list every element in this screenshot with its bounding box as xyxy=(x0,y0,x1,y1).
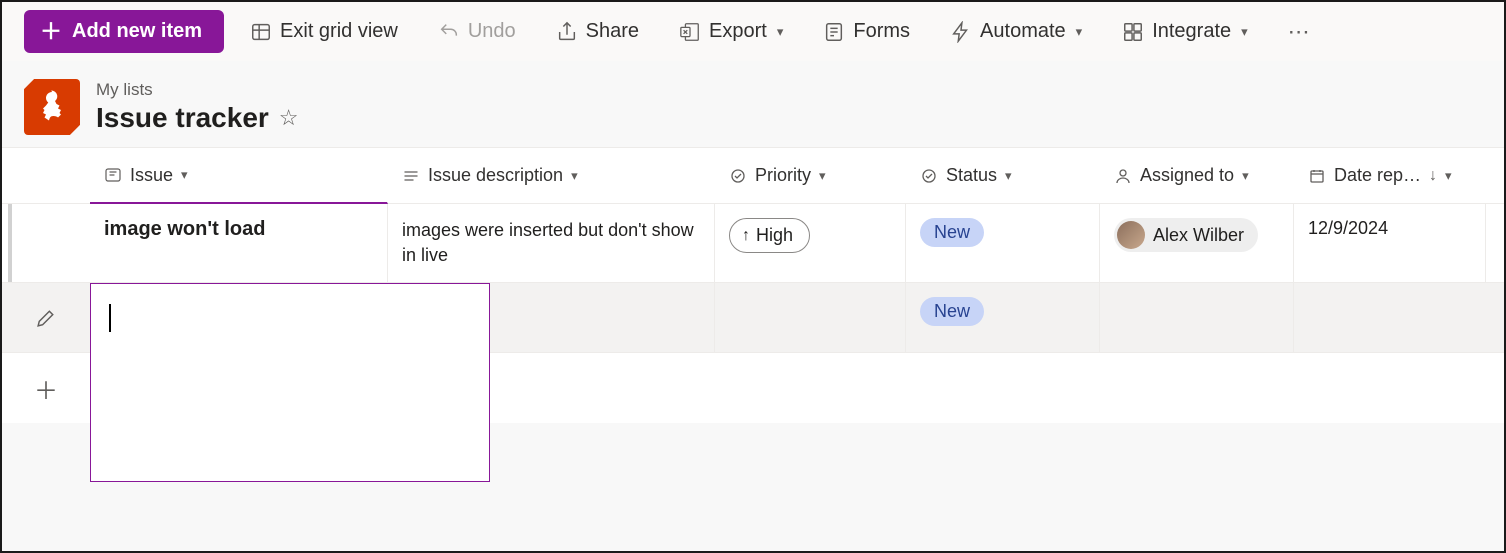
assigned-name: Alex Wilber xyxy=(1153,225,1244,246)
cell-date[interactable]: 12/9/2024 xyxy=(1294,204,1486,282)
exit-grid-label: Exit grid view xyxy=(280,20,398,43)
forms-button[interactable]: Forms xyxy=(809,12,924,51)
cell-issue[interactable]: image won't load xyxy=(90,204,388,282)
chevron-down-icon: ▾ xyxy=(1241,24,1248,40)
grid-body: image won't load images were inserted bu… xyxy=(2,204,1504,423)
share-icon xyxy=(556,21,578,43)
grid-header-row: Issue ▾ Issue description ▾ Priority ▾ S… xyxy=(2,148,1504,204)
multiline-column-icon xyxy=(402,167,420,185)
chevron-down-icon: ▾ xyxy=(571,168,578,184)
chevron-down-icon: ▾ xyxy=(777,24,784,40)
plus-icon: ＋ xyxy=(34,371,58,406)
undo-label: Undo xyxy=(468,20,516,43)
cell-date[interactable] xyxy=(1294,283,1486,352)
integrate-icon xyxy=(1122,21,1144,43)
chevron-down-icon: ▾ xyxy=(1005,168,1012,184)
date-value: 12/9/2024 xyxy=(1308,218,1388,239)
column-header-issue[interactable]: Issue ▾ xyxy=(90,148,388,204)
person-column-icon xyxy=(1114,167,1132,185)
column-label: Assigned to xyxy=(1140,165,1234,186)
export-label: Export xyxy=(709,20,767,43)
add-new-item-label: Add new item xyxy=(72,20,202,43)
forms-icon xyxy=(823,21,845,43)
cell-description[interactable]: images were inserted but don't show in l… xyxy=(388,204,715,282)
add-new-item-button[interactable]: ＋ Add new item xyxy=(24,10,224,53)
add-row-button[interactable]: ＋ xyxy=(2,371,90,406)
forms-label: Forms xyxy=(853,20,910,43)
column-label: Status xyxy=(946,165,997,186)
sort-descending-icon: ↓ xyxy=(1429,167,1437,185)
cell-status[interactable]: New xyxy=(906,204,1100,282)
priority-pill: ↑ High xyxy=(729,218,810,253)
table-row-editing[interactable]: New xyxy=(2,283,1504,353)
arrow-up-icon: ↑ xyxy=(742,227,750,245)
cell-assigned[interactable] xyxy=(1100,283,1294,352)
column-header-date[interactable]: Date rep… ↓ ▾ xyxy=(1294,148,1486,203)
undo-icon xyxy=(438,21,460,43)
table-row[interactable]: image won't load images were inserted bu… xyxy=(2,204,1504,283)
share-button[interactable]: Share xyxy=(542,12,653,51)
row-gutter-header xyxy=(2,148,90,203)
page-title: Issue tracker xyxy=(96,102,269,134)
undo-button: Undo xyxy=(424,12,530,51)
chevron-down-icon: ▾ xyxy=(819,168,826,184)
date-column-icon xyxy=(1308,167,1326,185)
cell-status[interactable]: New xyxy=(906,283,1100,352)
cell-priority[interactable] xyxy=(715,283,906,352)
status-badge: New xyxy=(920,218,984,247)
ellipsis-icon: ⋯ xyxy=(1288,19,1310,44)
column-header-assigned[interactable]: Assigned to ▾ xyxy=(1100,148,1294,203)
automate-icon xyxy=(950,21,972,43)
column-header-priority[interactable]: Priority ▾ xyxy=(715,148,906,203)
breadcrumb[interactable]: My lists xyxy=(96,80,299,100)
export-button[interactable]: Export ▾ xyxy=(665,12,797,51)
choice-column-icon xyxy=(920,167,938,185)
favorite-star-icon[interactable]: ☆ xyxy=(279,105,299,131)
row-handle[interactable] xyxy=(8,204,90,282)
desc-value: images were inserted but don't show in l… xyxy=(402,218,700,268)
grid-icon xyxy=(250,21,272,43)
excel-icon xyxy=(679,21,701,43)
cell-assigned[interactable]: Alex Wilber xyxy=(1100,204,1294,282)
command-bar: ＋ Add new item Exit grid view Undo Share… xyxy=(2,2,1504,61)
text-cursor xyxy=(109,304,111,332)
avatar xyxy=(1117,221,1145,249)
chevron-down-icon: ▾ xyxy=(1076,24,1083,40)
automate-button[interactable]: Automate ▾ xyxy=(936,12,1096,51)
choice-column-icon xyxy=(729,167,747,185)
person-pill: Alex Wilber xyxy=(1114,218,1258,252)
automate-label: Automate xyxy=(980,20,1066,43)
priority-value: High xyxy=(756,225,793,246)
text-column-icon xyxy=(104,166,122,184)
column-header-description[interactable]: Issue description ▾ xyxy=(388,148,715,203)
chevron-down-icon: ▾ xyxy=(1445,168,1452,184)
chevron-down-icon: ▾ xyxy=(181,167,188,183)
list-header: My lists Issue tracker ☆ xyxy=(2,61,1504,147)
data-grid: Issue ▾ Issue description ▾ Priority ▾ S… xyxy=(2,147,1504,423)
inline-editor[interactable] xyxy=(90,283,490,482)
status-badge: New xyxy=(920,297,984,326)
cell-priority[interactable]: ↑ High xyxy=(715,204,906,282)
column-label: Priority xyxy=(755,165,811,186)
integrate-button[interactable]: Integrate ▾ xyxy=(1108,12,1261,51)
list-avatar-icon xyxy=(24,79,80,135)
integrate-label: Integrate xyxy=(1152,20,1231,43)
more-actions-button[interactable]: ⋯ xyxy=(1274,11,1324,53)
column-label: Issue description xyxy=(428,165,563,186)
chevron-down-icon: ▾ xyxy=(1242,168,1249,184)
share-label: Share xyxy=(586,20,639,43)
column-label: Date rep… xyxy=(1334,165,1421,186)
plus-icon: ＋ xyxy=(40,21,62,43)
pencil-icon xyxy=(37,309,55,327)
edit-row-indicator[interactable] xyxy=(2,283,90,352)
column-label: Issue xyxy=(130,165,173,186)
column-header-status[interactable]: Status ▾ xyxy=(906,148,1100,203)
issue-value: image won't load xyxy=(104,218,265,241)
exit-grid-view-button[interactable]: Exit grid view xyxy=(236,12,412,51)
